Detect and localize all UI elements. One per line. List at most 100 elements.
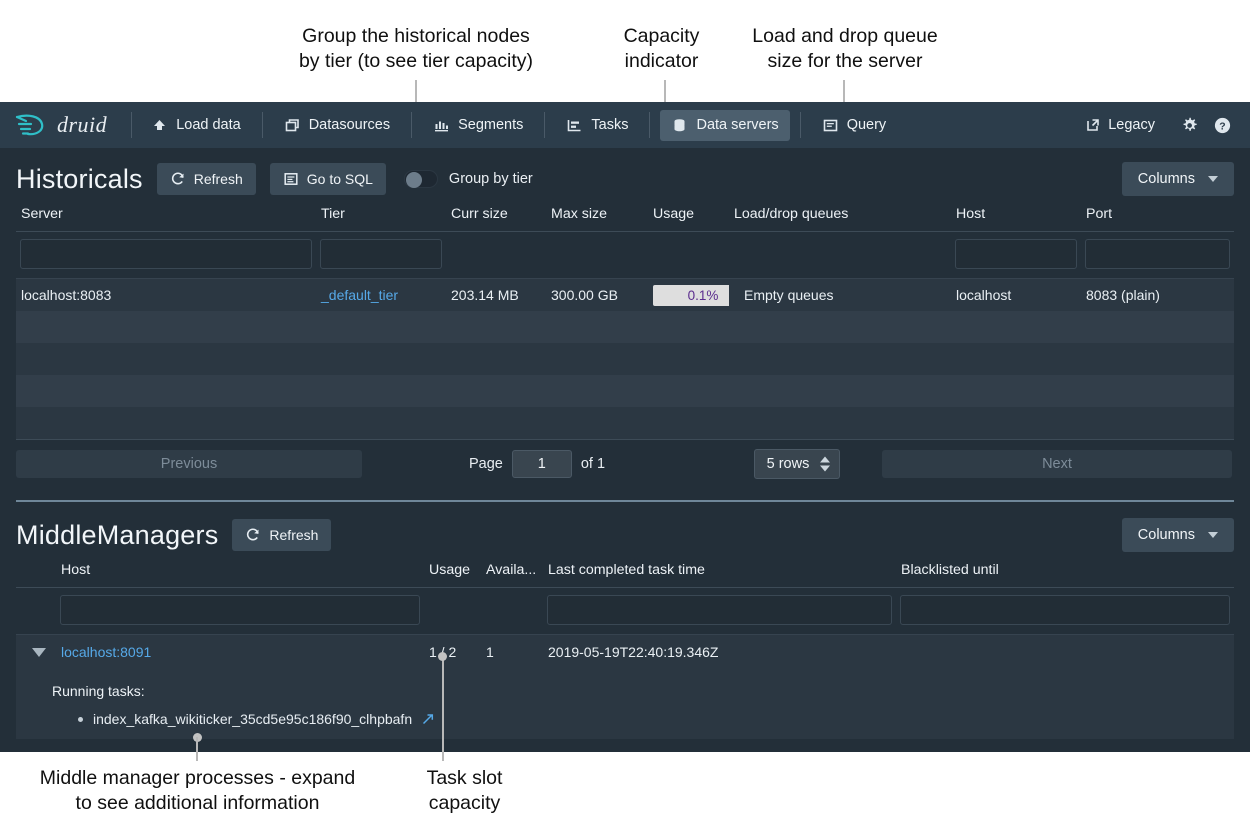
sql-icon [283, 171, 299, 187]
brand[interactable]: druid [14, 112, 123, 138]
cell-curr-size: 203.14 MB [451, 287, 519, 303]
column-header-server[interactable]: Server [16, 206, 316, 222]
usage-indicator: 0.1% [653, 284, 729, 306]
druid-console: druid Load data Datasources Segments Tas… [0, 102, 1250, 752]
column-header-mm-available[interactable]: Availa... [481, 562, 543, 578]
nav-item-segments[interactable]: Segments [422, 110, 534, 141]
leader-dot-task-slot-capacity [438, 652, 447, 661]
navbar-divider [649, 112, 651, 138]
legacy-label: Legacy [1108, 117, 1155, 133]
middlemanagers-refresh-button[interactable]: Refresh [232, 519, 332, 551]
table-row[interactable]: localhost:8091 1 / 2 1 2019-05-19T22:40:… [16, 635, 1234, 669]
task-name: index_kafka_wikiticker_35cd5e95c186f90_c… [93, 711, 413, 727]
nav-item-query[interactable]: Query [811, 110, 898, 141]
filter-input-blacklisted-until[interactable] [900, 595, 1230, 625]
middlemanagers-title: MiddleManagers [16, 519, 219, 550]
historicals-refresh-button[interactable]: Refresh [156, 163, 256, 195]
nav-item-tasks[interactable]: Tasks [555, 110, 639, 141]
go-to-sql-button[interactable]: Go to SQL [269, 163, 386, 195]
help-icon[interactable]: ? [1213, 116, 1232, 135]
nav-item-datasources[interactable]: Datasources [273, 110, 401, 141]
navbar-right: Legacy ? [1074, 110, 1236, 140]
filter-input-mm-host[interactable] [60, 595, 420, 625]
navbar-divider [544, 112, 546, 138]
filter-input-last-completed-task-time[interactable] [547, 595, 892, 625]
filter-cell-usage [648, 239, 729, 269]
annotation-group-by-tier: Group the historical nodes by tier (to s… [298, 25, 534, 72]
upload-icon [151, 117, 168, 134]
rows-per-page-value: 5 rows [766, 456, 810, 472]
nav-item-label: Query [846, 117, 887, 133]
historicals-header: Historicals Refresh Go to SQL Group by t… [16, 148, 1234, 206]
column-header-mm-usage[interactable]: Usage [424, 562, 481, 578]
list-item[interactable]: index_kafka_wikiticker_35cd5e95c186f90_c… [78, 711, 1234, 727]
column-header-mm-host[interactable]: Host [56, 562, 424, 578]
historicals-table: Server Tier Curr size Max size Usage Loa… [16, 206, 1234, 488]
historicals-columns-button[interactable]: Columns [1121, 162, 1234, 196]
filter-cell-mm-available [481, 595, 543, 625]
nav-item-load-data[interactable]: Load data [140, 110, 252, 141]
middlemanagers-columns-button[interactable]: Columns [1121, 518, 1234, 552]
navbar-divider [261, 112, 263, 138]
leader-line-middle-manager-processes [196, 737, 198, 761]
bullet-icon [78, 716, 83, 722]
filter-input-tier[interactable] [320, 239, 442, 269]
column-header-max-size[interactable]: Max size [546, 206, 648, 222]
navbar: druid Load data Datasources Segments Tas… [0, 102, 1250, 148]
chevron-down-icon [31, 647, 46, 657]
previous-page-button[interactable]: Previous [16, 450, 362, 478]
middlemanager-expanded-detail: Running tasks: index_kafka_wikiticker_35… [16, 669, 1234, 739]
column-header-usage[interactable]: Usage [648, 206, 729, 222]
column-header-blacklisted-until[interactable]: Blacklisted until [896, 562, 1234, 578]
cell-max-size: 300.00 GB [551, 287, 618, 303]
filter-cell-mm-usage [424, 595, 481, 625]
refresh-icon [170, 171, 186, 187]
go-to-sql-label: Go to SQL [306, 171, 373, 187]
druid-logo-icon [14, 112, 48, 138]
cell-mm-host[interactable]: localhost:8091 [56, 644, 424, 660]
external-link-icon [1085, 117, 1101, 133]
legacy-button[interactable]: Legacy [1074, 110, 1166, 140]
toggle-knob [405, 172, 422, 188]
rows-per-page-select[interactable]: 5 rows [753, 449, 841, 479]
column-header-expander [16, 562, 56, 578]
filter-cell-load-drop-queues [729, 239, 951, 269]
cell-last-completed-task-time: 2019-05-19T22:40:19.346Z [548, 644, 719, 660]
gear-icon[interactable] [1180, 116, 1199, 135]
column-header-last-completed-task-time[interactable]: Last completed task time [543, 562, 896, 578]
navbar-items: Load data Datasources Segments Tasks Dat… [140, 109, 898, 141]
historicals-pagination: Previous Page of 1 5 rows [16, 439, 1234, 488]
cell-tier[interactable]: _default_tier [316, 287, 446, 303]
page-number-input[interactable] [511, 450, 572, 478]
table-row-empty [16, 343, 1234, 375]
filter-input-port[interactable] [1085, 239, 1230, 269]
cell-mm-usage: 1 / 2 [429, 644, 457, 660]
row-expander-toggle[interactable] [16, 647, 56, 657]
column-header-host[interactable]: Host [951, 206, 1081, 222]
table-row-empty [16, 407, 1234, 439]
refresh-label: Refresh [193, 171, 243, 187]
group-by-tier-control[interactable]: Group by tier [403, 170, 533, 188]
column-header-tier[interactable]: Tier [316, 206, 446, 222]
chevron-down-icon [1208, 532, 1218, 538]
filter-input-host[interactable] [955, 239, 1077, 269]
query-icon [822, 117, 839, 134]
nav-item-data-servers[interactable]: Data servers [660, 109, 790, 141]
filter-input-server[interactable] [20, 239, 312, 269]
column-header-port[interactable]: Port [1081, 206, 1234, 222]
navbar-divider [131, 112, 133, 138]
refresh-icon [245, 527, 261, 543]
middlemanagers-table: Host Usage Availa... Last completed task… [16, 562, 1234, 739]
table-row[interactable]: localhost:8083 _default_tier 203.14 MB 3… [16, 279, 1234, 311]
column-header-curr-size[interactable]: Curr size [446, 206, 546, 222]
group-by-tier-toggle[interactable] [403, 170, 438, 188]
annotation-task-slot-capacity: Task slot capacity [426, 767, 503, 814]
database-icon [671, 117, 688, 134]
external-link-icon[interactable] [422, 713, 434, 725]
cell-usage: 0.1% [648, 284, 729, 306]
running-tasks-list: index_kafka_wikiticker_35cd5e95c186f90_c… [52, 711, 1234, 727]
segments-icon [433, 117, 450, 134]
column-header-load-drop-queues[interactable]: Load/drop queues [729, 206, 951, 222]
leader-line-task-slot-capacity [442, 660, 444, 761]
next-page-button[interactable]: Next [882, 450, 1232, 478]
